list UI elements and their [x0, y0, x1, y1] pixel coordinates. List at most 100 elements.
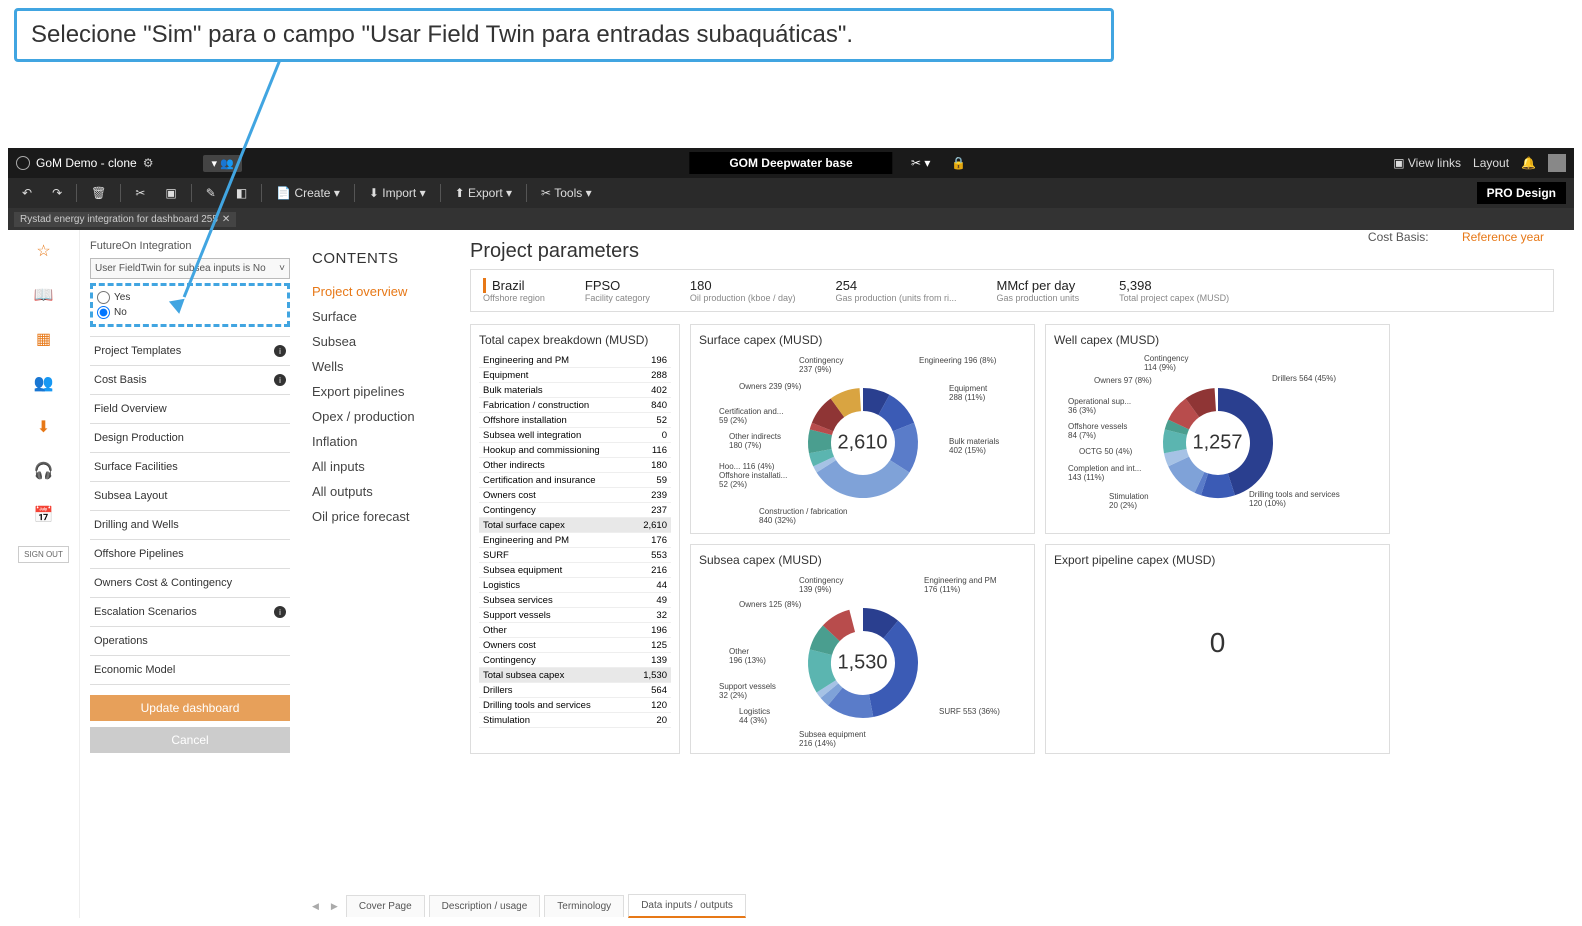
export-dropdown[interactable]: ⬆ Export ▾ — [449, 183, 518, 203]
panel-item-offshore-pipelines[interactable]: Offshore Pipelines — [90, 539, 290, 569]
nav-all-inputs[interactable]: All inputs — [312, 454, 438, 479]
donut-label: Other indirects180 (7%) — [729, 433, 781, 451]
donut-center-value: 2,610 — [837, 432, 887, 455]
param-col: MMcf per dayGas production units — [997, 278, 1080, 303]
toolbar: ↶ ↷ 🗑 ✂ ▣ ✎ ◧ 📄 Create ▾ ⬇ Import ▾ ⬆ Ex… — [8, 178, 1574, 208]
info-icon[interactable]: i — [274, 374, 286, 386]
donut-label: Certification and...59 (2%) — [719, 408, 783, 426]
param-col: FPSOFacility category — [585, 278, 650, 303]
callout-pointer-arrow — [169, 299, 187, 316]
radio-no[interactable]: No — [97, 305, 283, 320]
tools-icon[interactable]: ✂ ▾ — [911, 156, 930, 170]
radio-yes[interactable]: Yes — [97, 290, 283, 305]
nav-oil-price-forecast[interactable]: Oil price forecast — [312, 504, 438, 529]
info-icon[interactable]: i — [274, 606, 286, 618]
pro-design-badge: PRO Design — [1477, 182, 1566, 204]
donut-label: Contingency139 (9%) — [799, 577, 843, 595]
close-icon[interactable]: ✕ — [222, 214, 230, 225]
star-icon[interactable]: ☆ — [31, 238, 57, 264]
donut-label: Completion and int...143 (11%) — [1068, 465, 1141, 483]
table-row: Fabrication / construction840 — [479, 398, 671, 413]
panel-item-design-production[interactable]: Design Production — [90, 423, 290, 453]
gear-icon[interactable]: ⚙ — [143, 156, 154, 170]
donut-label: Support vessels32 (2%) — [719, 683, 776, 701]
nav-surface[interactable]: Surface — [312, 304, 438, 329]
update-dashboard-button[interactable]: Update dashboard — [90, 695, 290, 721]
nav-all-outputs[interactable]: All outputs — [312, 479, 438, 504]
import-dropdown[interactable]: ⬇ Import ▾ — [363, 183, 432, 203]
donut-label: SURF 553 (36%) — [939, 708, 1000, 717]
sheet-tab-description-usage[interactable]: Description / usage — [429, 895, 541, 917]
tab-next[interactable]: ▶ — [327, 901, 342, 912]
sheet-tab-terminology[interactable]: Terminology — [544, 895, 624, 917]
config-panel: FutureOn Integration User FieldTwin for … — [80, 230, 300, 918]
capex-breakdown-card: Total capex breakdown (MUSD) Engineering… — [470, 324, 680, 754]
table-row: Drillers564 — [479, 683, 671, 698]
panel-item-escalation-scenarios[interactable]: Escalation Scenariosi — [90, 597, 290, 627]
panel-item-drilling-and-wells[interactable]: Drilling and Wells — [90, 510, 290, 540]
calendar-icon[interactable]: 📅 — [31, 502, 57, 528]
undo-button[interactable]: ↶ — [16, 183, 38, 203]
contents-nav: CONTENTS Project overviewSurfaceSubseaWe… — [300, 230, 450, 918]
eraser-button[interactable]: ◧ — [230, 183, 253, 203]
well-capex-card: Well capex (MUSD) 1,257Contingency114 (9… — [1045, 324, 1390, 534]
nav-subsea[interactable]: Subsea — [312, 329, 438, 354]
panel-item-cost-basis[interactable]: Cost Basisi — [90, 365, 290, 395]
sheet-tab-cover-page[interactable]: Cover Page — [346, 895, 425, 917]
sign-out-button[interactable]: SIGN OUT — [18, 546, 69, 563]
table-row: Owners cost239 — [479, 488, 671, 503]
cancel-button[interactable]: Cancel — [90, 727, 290, 753]
lock-icon[interactable]: 🔒 — [951, 156, 966, 170]
headset-icon[interactable]: 🎧 — [31, 458, 57, 484]
avatar[interactable] — [1548, 154, 1566, 172]
book-icon[interactable]: 📖 — [31, 282, 57, 308]
download-icon[interactable]: ⬇ — [31, 414, 57, 440]
delete-button[interactable]: 🗑 — [85, 183, 112, 203]
cost-basis-row: Cost Basis: Reference year — [1368, 230, 1544, 244]
sheet-tab-data-inputs-outputs[interactable]: Data inputs / outputs — [628, 894, 746, 918]
nav-opex-production[interactable]: Opex / production — [312, 404, 438, 429]
view-links-button[interactable]: ▣ View links — [1393, 156, 1461, 170]
donut-label: Owners 125 (8%) — [739, 601, 801, 610]
presentation-icon[interactable]: ▦ — [31, 326, 57, 352]
frame-button[interactable]: ▣ — [159, 183, 182, 203]
table-row: Offshore installation52 — [479, 413, 671, 428]
table-row: Total subsea capex1,530 — [479, 668, 671, 683]
document-tab-bar: Rystad energy integration for dashboard … — [8, 208, 1574, 230]
panel-item-operations[interactable]: Operations — [90, 626, 290, 656]
cut-button[interactable]: ✂ — [129, 183, 151, 203]
panel-item-project-templates[interactable]: Project Templatesi — [90, 336, 290, 366]
left-icon-rail: ☆ 📖 ▦ 👥 ⬇ 🎧 📅 SIGN OUT — [8, 230, 80, 918]
tab-prev[interactable]: ◀ — [308, 901, 323, 912]
panel-item-field-overview[interactable]: Field Overview — [90, 394, 290, 424]
nav-project-overview[interactable]: Project overview — [312, 279, 438, 304]
nav-export-pipelines[interactable]: Export pipelines — [312, 379, 438, 404]
donut-label: Drillers 564 (45%) — [1272, 375, 1336, 384]
table-row: Logistics44 — [479, 578, 671, 593]
create-dropdown[interactable]: 📄 Create ▾ — [270, 183, 346, 203]
pencil-button[interactable]: ✎ — [200, 183, 222, 203]
project-name[interactable]: GoM Demo - clone — [36, 156, 137, 170]
tools-dropdown[interactable]: ✂ Tools ▾ — [535, 183, 598, 203]
donut-label: Equipment288 (11%) — [949, 385, 987, 403]
donut-label: Other196 (13%) — [729, 648, 766, 666]
panel-item-economic-model[interactable]: Economic Model — [90, 655, 290, 685]
layout-button[interactable]: Layout — [1473, 156, 1509, 170]
donut-label: Drilling tools and services120 (10%) — [1249, 491, 1340, 509]
document-tab[interactable]: Rystad energy integration for dashboard … — [14, 212, 236, 227]
nav-inflation[interactable]: Inflation — [312, 429, 438, 454]
bell-icon[interactable]: 🔔 — [1521, 156, 1536, 170]
panel-item-subsea-layout[interactable]: Subsea Layout — [90, 481, 290, 511]
table-row: Owners cost125 — [479, 638, 671, 653]
panel-item-surface-facilities[interactable]: Surface Facilities — [90, 452, 290, 482]
donut-slice[interactable] — [816, 460, 909, 498]
info-icon[interactable]: i — [274, 345, 286, 357]
donut-label: Contingency237 (9%) — [799, 357, 843, 375]
redo-button[interactable]: ↷ — [46, 183, 68, 203]
panel-item-owners-cost-contingency[interactable]: Owners Cost & Contingency — [90, 568, 290, 598]
cost-basis-value[interactable]: Reference year — [1462, 230, 1544, 244]
donut-label: Construction / fabrication840 (32%) — [759, 508, 848, 526]
parameters-card: BrazilOffshore regionFPSOFacility catego… — [470, 269, 1554, 312]
team-icon[interactable]: 👥 — [31, 370, 57, 396]
nav-wells[interactable]: Wells — [312, 354, 438, 379]
